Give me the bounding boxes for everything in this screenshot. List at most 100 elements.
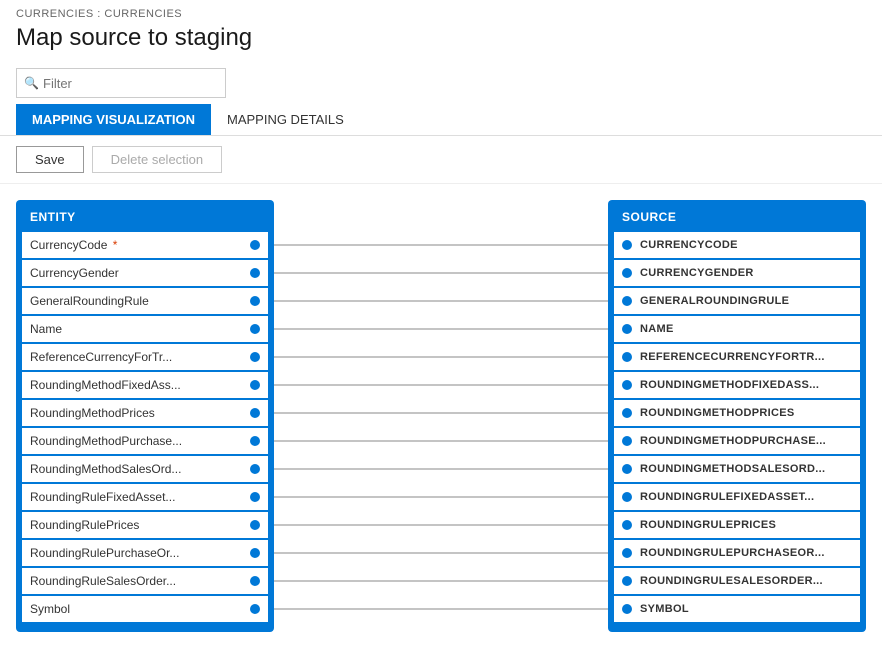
source-dot: [622, 464, 632, 474]
source-field-label: CURRENCYGENDER: [640, 267, 852, 279]
entity-field-label: RoundingMethodFixedAss...: [30, 378, 250, 392]
entity-field-row: RoundingMethodPurchase...: [22, 428, 268, 454]
source-field-label: SYMBOL: [640, 603, 852, 615]
tab-mapping-details[interactable]: MAPPING DETAILS: [211, 104, 360, 135]
source-field-row: ROUNDINGMETHODPRICES: [614, 400, 860, 426]
source-field-row: ROUNDINGMETHODSALESORD...: [614, 456, 860, 482]
entity-field-label: Symbol: [30, 602, 250, 616]
source-dot: [622, 436, 632, 446]
page-title: Map source to staging: [0, 22, 882, 62]
entity-dot: [250, 548, 260, 558]
source-field-label: ROUNDINGRULEPURCHASEOR...: [640, 547, 852, 559]
source-dot: [622, 604, 632, 614]
entity-field-label: CurrencyCode *: [30, 238, 250, 252]
entity-field-label: RoundingMethodPurchase...: [30, 434, 250, 448]
source-field-label: GENERALROUNDINGRULE: [640, 295, 852, 307]
entity-dot: [250, 576, 260, 586]
entity-field-row: RoundingMethodFixedAss...: [22, 372, 268, 398]
filter-input-wrap: 🔍: [16, 68, 226, 98]
source-field-label: NAME: [640, 323, 852, 335]
source-field-row: CURRENCYCODE: [614, 232, 860, 258]
entity-panel: ENTITY CurrencyCode * CurrencyGender Gener…: [16, 200, 274, 632]
source-dot: [622, 520, 632, 530]
entity-field-row: Name: [22, 316, 268, 342]
entity-field-row: CurrencyCode *: [22, 232, 268, 258]
source-panel-header: SOURCE: [608, 200, 866, 232]
source-dot: [622, 492, 632, 502]
entity-field-label: RoundingRulePrices: [30, 518, 250, 532]
entity-dot: [250, 464, 260, 474]
source-field-label: ROUNDINGRULEPRICES: [640, 519, 852, 531]
source-field-row: ROUNDINGRULEPRICES: [614, 512, 860, 538]
entity-field-row: RoundingRuleSalesOrder...: [22, 568, 268, 594]
entity-field-row: RoundingRuleFixedAsset...: [22, 484, 268, 510]
source-field-label: ROUNDINGMETHODSALESORD...: [640, 463, 852, 475]
entity-dot: [250, 520, 260, 530]
entity-field-row: RoundingRulePrices: [22, 512, 268, 538]
source-field-row: CURRENCYGENDER: [614, 260, 860, 286]
delete-selection-button[interactable]: Delete selection: [92, 146, 223, 173]
entity-dot: [250, 408, 260, 418]
entity-field-row: RoundingRulePurchaseOr...: [22, 540, 268, 566]
entity-dot: [250, 296, 260, 306]
source-field-label: ROUNDINGRULESALESORDER...: [640, 575, 852, 587]
entity-field-label: ReferenceCurrencyForTr...: [30, 350, 250, 364]
source-dot: [622, 240, 632, 250]
source-dot: [622, 296, 632, 306]
tabs-bar: MAPPING VISUALIZATION MAPPING DETAILS: [0, 104, 882, 136]
source-field-label: ROUNDINGMETHODPRICES: [640, 407, 852, 419]
entity-dot: [250, 240, 260, 250]
toolbar: Save Delete selection: [0, 136, 882, 184]
entity-dot: [250, 324, 260, 334]
source-field-row: NAME: [614, 316, 860, 342]
entity-dot: [250, 380, 260, 390]
connectors: [274, 200, 608, 632]
entity-field-label: RoundingRulePurchaseOr...: [30, 546, 250, 560]
entity-field-label: Name: [30, 322, 250, 336]
source-field-label: ROUNDINGMETHODFIXEDASS...: [640, 379, 852, 391]
entity-dot: [250, 492, 260, 502]
entity-field-label: CurrencyGender: [30, 266, 250, 280]
save-button[interactable]: Save: [16, 146, 84, 173]
entity-field-row: ReferenceCurrencyForTr...: [22, 344, 268, 370]
entity-field-row: CurrencyGender: [22, 260, 268, 286]
entity-field-label: RoundingRuleFixedAsset...: [30, 490, 250, 504]
source-dot: [622, 576, 632, 586]
source-dot: [622, 380, 632, 390]
search-icon: 🔍: [24, 76, 39, 90]
entity-field-row: RoundingMethodPrices: [22, 400, 268, 426]
source-panel: SOURCE CURRENCYCODE CURRENCYGENDER GENERAL…: [608, 200, 866, 632]
tab-mapping-visualization[interactable]: MAPPING VISUALIZATION: [16, 104, 211, 135]
required-star: *: [109, 238, 117, 252]
source-field-label: CURRENCYCODE: [640, 239, 852, 251]
source-dot: [622, 548, 632, 558]
entity-field-label: RoundingMethodPrices: [30, 406, 250, 420]
source-field-row: REFERENCECURRENCYFORTR...: [614, 344, 860, 370]
source-field-row: ROUNDINGRULEFIXEDASSET...: [614, 484, 860, 510]
source-field-row: ROUNDINGMETHODPURCHASE...: [614, 428, 860, 454]
source-field-label: ROUNDINGRULEFIXEDASSET...: [640, 491, 852, 503]
entity-dot: [250, 352, 260, 362]
entity-panel-header: ENTITY: [16, 200, 274, 232]
source-field-row: ROUNDINGRULEPURCHASEOR...: [614, 540, 860, 566]
source-field-label: REFERENCECURRENCYFORTR...: [640, 351, 852, 363]
breadcrumb: CURRENCIES : CURRENCIES: [0, 0, 882, 22]
source-field-row: GENERALROUNDINGRULE: [614, 288, 860, 314]
entity-field-label: RoundingRuleSalesOrder...: [30, 574, 250, 588]
mapping-area: ENTITY CurrencyCode * CurrencyGender Gener…: [0, 184, 882, 648]
source-field-label: ROUNDINGMETHODPURCHASE...: [640, 435, 852, 447]
entity-field-label: GeneralRoundingRule: [30, 294, 250, 308]
source-dot: [622, 324, 632, 334]
source-field-row: ROUNDINGRULESALESORDER...: [614, 568, 860, 594]
source-dot: [622, 268, 632, 278]
entity-dot: [250, 604, 260, 614]
entity-field-row: RoundingMethodSalesOrd...: [22, 456, 268, 482]
connector-svg: [274, 200, 608, 632]
source-dot: [622, 408, 632, 418]
entity-field-label: RoundingMethodSalesOrd...: [30, 462, 250, 476]
entity-field-row: GeneralRoundingRule: [22, 288, 268, 314]
entity-dot: [250, 268, 260, 278]
entity-dot: [250, 436, 260, 446]
source-dot: [622, 352, 632, 362]
filter-input[interactable]: [16, 68, 226, 98]
